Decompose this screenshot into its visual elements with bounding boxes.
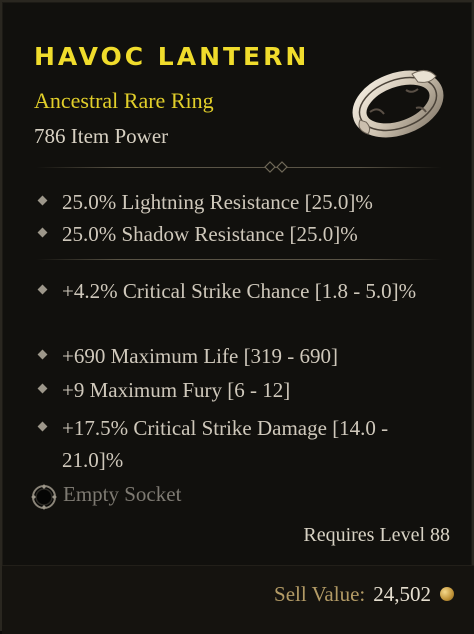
diamond-bullet-icon	[37, 421, 48, 432]
ring-icon	[350, 60, 446, 140]
implicit-stat: 25.0% Shadow Resistance [25.0]%	[36, 218, 446, 250]
affix-stat: +4.2% Critical Strike Chance [1.8 - 5.0]…	[36, 275, 446, 307]
sell-value-row: Sell Value: 24,502	[274, 579, 454, 609]
item-tooltip: HAVOC LANTERN Ancestral Rare Ring 786 It…	[0, 0, 474, 634]
affix-stat: +690 Maximum Life [319 - 690]	[36, 340, 446, 372]
empty-socket-icon	[31, 484, 57, 510]
diamond-bullet-icon	[37, 284, 48, 295]
diamond-bullet-icon	[37, 383, 48, 394]
implicit-divider	[36, 259, 442, 261]
sell-amount: 24,502	[373, 581, 431, 606]
item-power: 786 Item Power	[34, 124, 169, 148]
item-type: Ancestral Rare Ring	[34, 88, 214, 113]
gold-coin-icon	[440, 587, 454, 601]
header-divider	[36, 161, 442, 173]
diamond-bullet-icon	[37, 227, 48, 238]
sell-label: Sell Value:	[274, 581, 366, 606]
empty-socket: Empty Socket	[30, 480, 450, 514]
implicit-stat: 25.0% Lightning Resistance [25.0]%	[36, 186, 446, 218]
affix-stat: +9 Maximum Fury [6 - 12]	[36, 374, 446, 406]
diamond-bullet-icon	[37, 349, 48, 360]
diamond-bullet-icon	[37, 195, 48, 206]
item-name: HAVOC LANTERN	[34, 42, 310, 71]
affix-stat: +17.5% Critical Strike Damage [14.0 - 21…	[36, 412, 446, 476]
socket-label: Empty Socket	[63, 482, 182, 506]
level-requirement: Requires Level 88	[303, 524, 450, 546]
sell-footer: Sell Value: 24,502	[2, 565, 474, 634]
divider-ornament-icon	[264, 161, 288, 173]
